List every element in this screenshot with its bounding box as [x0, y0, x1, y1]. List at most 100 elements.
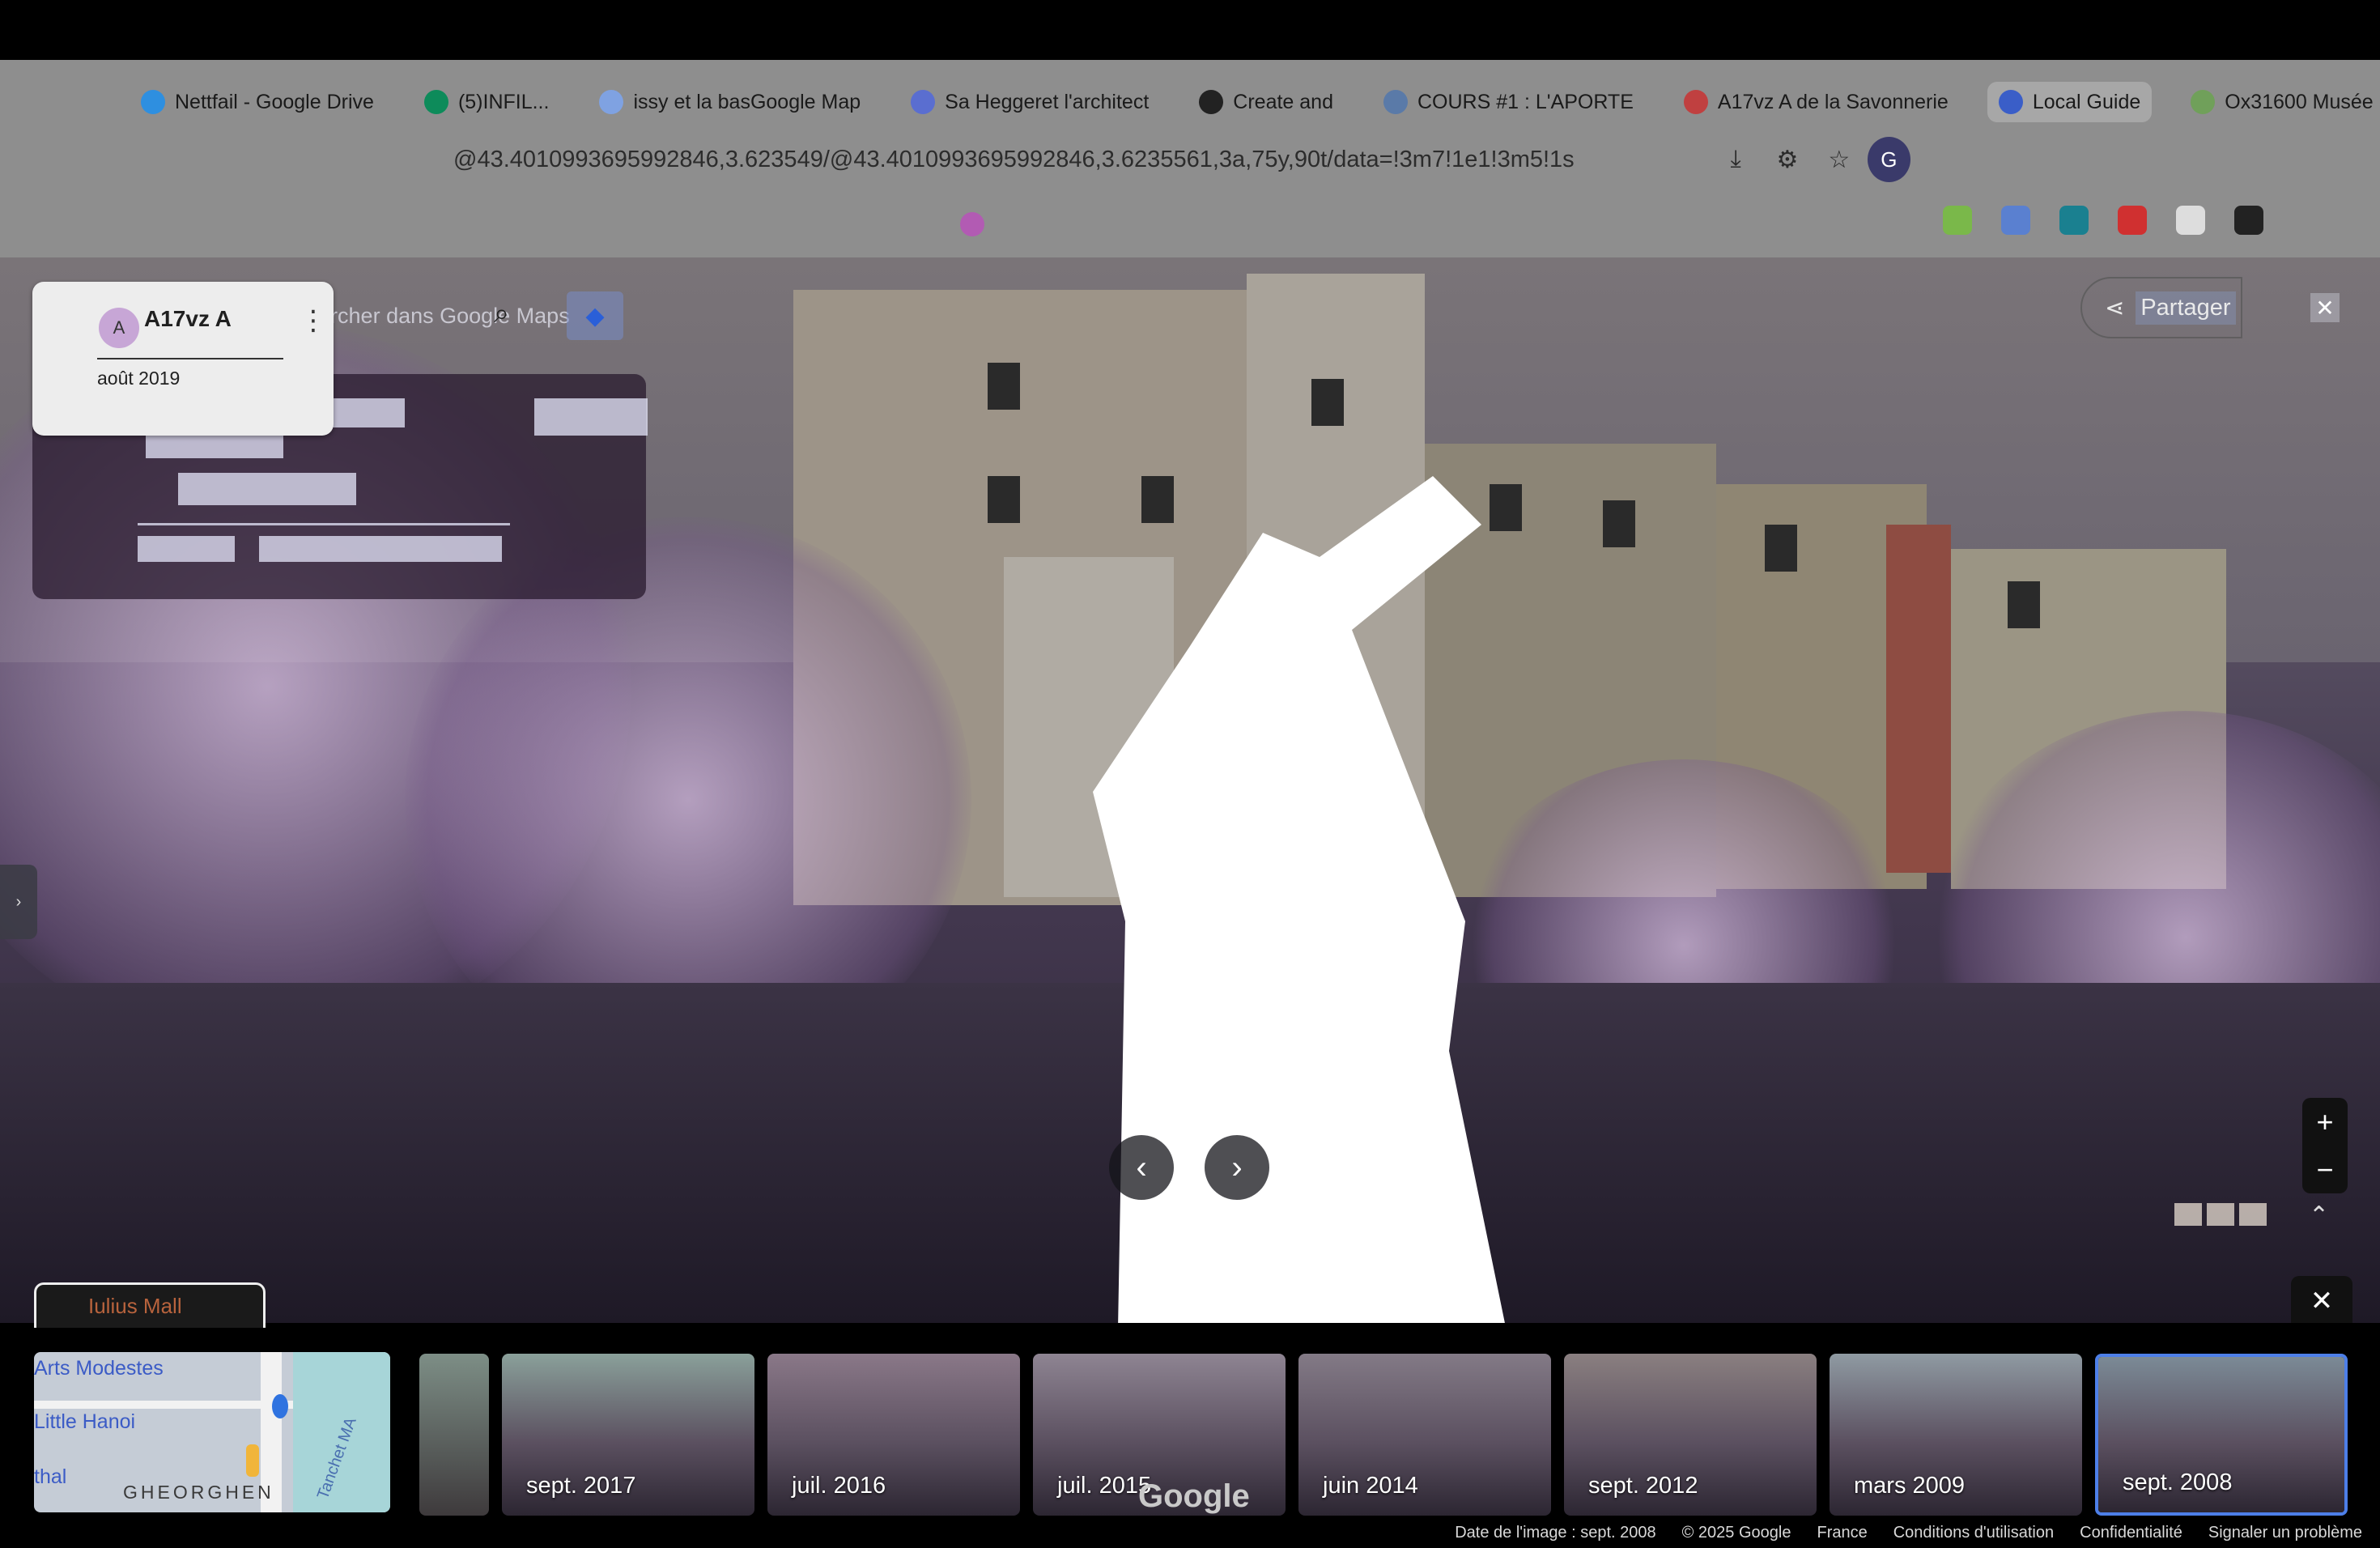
timeline-thumb[interactable]: juin 2014 [1298, 1354, 1551, 1516]
extension-icon[interactable] [2059, 206, 2089, 235]
mall-label: Iulius Mall [88, 1294, 182, 1318]
footer-item[interactable]: Conditions d'utilisation [1893, 1524, 2054, 1542]
contributor-name[interactable]: A17vz A [144, 306, 232, 332]
minimap[interactable]: Arts Modestes Little Hanoi thal GHEORGHE… [34, 1352, 390, 1512]
tab-favicon-icon [1383, 90, 1408, 114]
card-divider [97, 358, 283, 359]
tab-label: Local Guide [2032, 90, 2141, 113]
tab-label: Nettfail - Google Drive [175, 90, 374, 113]
share-icon: ⋖ [2105, 295, 2125, 321]
tab-label: issy et la basGoogle Map [633, 90, 861, 113]
building [1886, 525, 1951, 873]
download-icon[interactable]: ⤓ [1719, 142, 1753, 177]
extensions-icon[interactable]: ⚙ [1770, 142, 1804, 177]
tab-favicon-icon [1199, 90, 1224, 114]
browser-tab[interactable]: Ox31600 Musée Rodin [2179, 82, 2380, 122]
thumb-date-label: mars 2009 [1854, 1473, 1966, 1499]
map-label: Little Hanoi [34, 1410, 136, 1433]
browser-tab[interactable]: issy et la basGoogle Map [588, 82, 872, 122]
browser-tab[interactable]: Local Guide [1987, 82, 2153, 122]
extension-icon[interactable] [2001, 206, 2030, 235]
extension-toolbar [1943, 206, 2263, 235]
profile-avatar[interactable]: G [1867, 137, 1911, 182]
window [1765, 525, 1797, 572]
timeline-thumb-partial[interactable] [419, 1354, 489, 1516]
contributor-card[interactable]: A A17vz A ⋮ août 2019 [32, 282, 334, 436]
tab-label: Sa Heggeret l'architect [945, 90, 1150, 113]
bookmark-icon[interactable] [960, 212, 984, 236]
zoom-control[interactable]: + − [2302, 1098, 2348, 1193]
thumb-image [419, 1354, 489, 1516]
tab-favicon-icon [911, 90, 936, 114]
tab-label: A17vz A de la Savonnerie [1717, 90, 1949, 113]
browser-tab[interactable]: (5)INFIL... [413, 82, 561, 122]
tab-favicon-icon [2191, 90, 2216, 114]
street-label: GHEORGHEN [123, 1482, 274, 1503]
browser-tab[interactable]: Sa Heggeret l'architect [899, 82, 1160, 122]
zoom-in-icon[interactable]: + [2316, 1105, 2333, 1139]
footer-item[interactable]: Signaler un problème [2208, 1524, 2362, 1542]
footer-item[interactable]: © 2025 Google [1682, 1524, 1791, 1542]
tab-favicon-icon [423, 90, 448, 114]
next-arrow-icon[interactable]: › [1205, 1135, 1269, 1200]
extension-icon[interactable] [2176, 206, 2205, 235]
expand-icon[interactable]: ⌃ [2309, 1201, 2329, 1230]
browser-chrome: Nettfail - Google Drive (5)INFIL... issy e… [0, 60, 2380, 257]
browser-tab[interactable]: COURS #1 : L'APORTE [1372, 82, 1645, 122]
thumb-date-label: juil. 2016 [792, 1473, 886, 1499]
tab-favicon-icon [1998, 90, 2023, 114]
thumb-date-label: sept. 2008 [2123, 1469, 2233, 1495]
contributor-avatar[interactable]: A [99, 308, 139, 348]
placeholder-bar [259, 536, 502, 562]
extension-icon[interactable] [2234, 206, 2263, 235]
thumb-date-label: juil. 2015 [1057, 1473, 1152, 1499]
timeline-thumb[interactable]: mars 2009 [1830, 1354, 2082, 1516]
footer-item: Date de l'image : sept. 2008 [1455, 1523, 1656, 1542]
timeline-thumb[interactable]: sept. 2012 [1564, 1354, 1817, 1516]
timeline-thumb[interactable]: juil. 2016 [767, 1354, 1020, 1516]
tab-label: COURS #1 : L'APORTE [1417, 90, 1634, 113]
more-options-icon[interactable]: ⋮ [300, 304, 327, 337]
browser-tab[interactable]: Nettfail - Google Drive [130, 82, 385, 122]
map-poi-tab[interactable]: Iulius Mall [34, 1282, 266, 1328]
share-label: Partager [2136, 291, 2236, 325]
tab-favicon-icon [599, 90, 624, 114]
collapse-panel-handle[interactable]: › [0, 865, 37, 939]
address-bar[interactable]: @43.4010993695992846,3.623549/@43.401099… [453, 134, 1911, 185]
footer-item[interactable]: Confidentialité [2080, 1524, 2182, 1542]
star-icon[interactable]: ☆ [1822, 142, 1856, 177]
close-icon[interactable]: ✕ [2310, 293, 2340, 322]
panel-divider [138, 523, 510, 525]
extension-icon[interactable] [2118, 206, 2147, 235]
thumb-date-label: juin 2014 [1323, 1473, 1418, 1499]
search-icon[interactable]: ⌕ [494, 298, 509, 330]
close-timeline-icon[interactable]: ✕ [2291, 1276, 2352, 1326]
placeholder-bar [534, 398, 648, 436]
map-label: thal [34, 1465, 67, 1488]
extension-icon[interactable] [1943, 206, 1972, 235]
location-pin-icon [272, 1394, 288, 1418]
layer-thumbnails[interactable] [2174, 1203, 2267, 1226]
directions-icon[interactable]: ◆ [567, 291, 623, 340]
capture-date: août 2019 [97, 368, 181, 389]
timeline-thumb[interactable]: sept. 2017 [502, 1354, 754, 1516]
previous-arrow-icon[interactable]: ‹ [1109, 1135, 1174, 1200]
thumb-date-label: sept. 2012 [1588, 1473, 1698, 1499]
tab-label: Create and [1233, 90, 1333, 113]
browser-tab[interactable]: Create and [1188, 82, 1345, 122]
tab-strip: Nettfail - Google Drive (5)INFIL... issy e… [130, 78, 2380, 126]
map-label: Arts Modestes [34, 1357, 164, 1380]
tab-label: Ox31600 Musée Rodin [2225, 90, 2380, 113]
window [1603, 500, 1635, 547]
browser-tab[interactable]: A17vz A de la Savonnerie [1672, 82, 1960, 122]
window [1311, 379, 1344, 426]
timeline-thumb[interactable]: sept. 2008 [2095, 1354, 2348, 1516]
zoom-out-icon[interactable]: − [2316, 1153, 2333, 1187]
tab-favicon-icon [1683, 90, 1708, 114]
pegman-icon[interactable] [246, 1444, 259, 1477]
window [988, 476, 1020, 523]
share-button[interactable]: ⋖ Partager [2080, 277, 2242, 338]
url-text[interactable]: @43.4010993695992846,3.623549/@43.401099… [453, 147, 1701, 173]
placeholder-bar [146, 436, 283, 458]
footer-item[interactable]: France [1817, 1524, 1867, 1542]
